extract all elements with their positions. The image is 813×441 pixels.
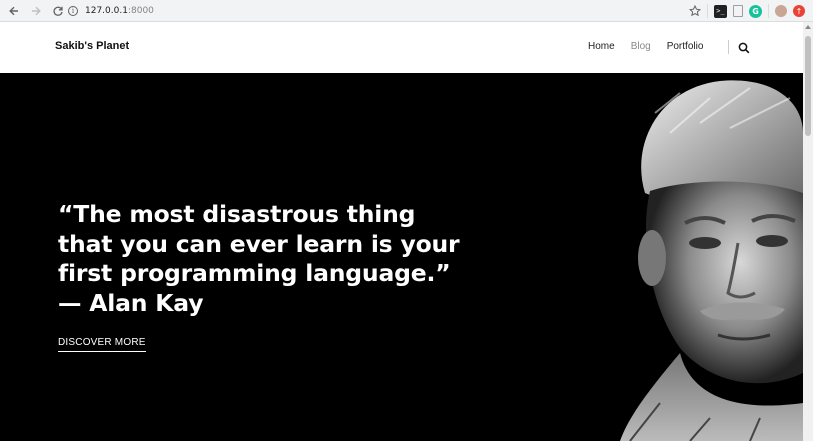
discover-more-link[interactable]: DISCOVER MORE: [58, 337, 146, 352]
site-logo[interactable]: Sakib's Planet: [55, 40, 129, 52]
update-icon[interactable]: ↑: [793, 5, 805, 17]
toolbar-divider: [707, 4, 708, 18]
browser-toolbar: i 127.0.0.1:8000 >_ G ↑: [0, 0, 813, 22]
nav-home[interactable]: Home: [588, 41, 615, 52]
document-icon[interactable]: [733, 5, 743, 17]
site-header: Sakib's Planet Home Blog Portfolio: [0, 22, 803, 73]
scroll-thumb[interactable]: [805, 36, 811, 136]
address-bar[interactable]: i 127.0.0.1:8000: [68, 2, 666, 20]
nav-portfolio[interactable]: Portfolio: [667, 41, 704, 52]
extension-area: >_ G ↑: [688, 3, 805, 19]
info-icon[interactable]: i: [68, 6, 78, 16]
nav-divider: [728, 40, 729, 54]
url-port: :8000: [127, 6, 154, 16]
quote-line: “The most disastrous thing: [58, 200, 416, 228]
profile-avatar[interactable]: [775, 5, 787, 17]
reload-icon: [53, 6, 63, 16]
nav-blog[interactable]: Blog: [631, 41, 651, 52]
hero-section: “The most disastrous thing that you can …: [0, 73, 803, 441]
back-button[interactable]: [6, 3, 22, 19]
quote-line: first programming language.”: [58, 259, 451, 287]
page-scrollbar[interactable]: [803, 22, 813, 441]
search-button[interactable]: [738, 40, 750, 54]
arrow-right-icon: [32, 6, 41, 15]
search-icon: [738, 42, 750, 54]
grammarly-icon[interactable]: G: [749, 4, 762, 18]
hero-quote: “The most disastrous thing that you can …: [58, 200, 488, 318]
forward-button[interactable]: [28, 3, 44, 19]
url-host: 127.0.0.1: [85, 6, 128, 16]
star-icon[interactable]: [688, 5, 701, 18]
main-nav: Home Blog Portfolio: [588, 41, 719, 52]
quote-line: that you can ever learn is your: [58, 229, 460, 258]
reload-button[interactable]: [50, 3, 66, 19]
arrow-left-icon: [9, 6, 18, 15]
portrait-image: [620, 80, 803, 441]
scroll-up-arrow-icon[interactable]: [805, 25, 811, 29]
terminal-icon[interactable]: >_: [714, 4, 727, 18]
quote-author: — Alan Kay: [58, 288, 204, 317]
toolbar-divider: [768, 4, 769, 18]
